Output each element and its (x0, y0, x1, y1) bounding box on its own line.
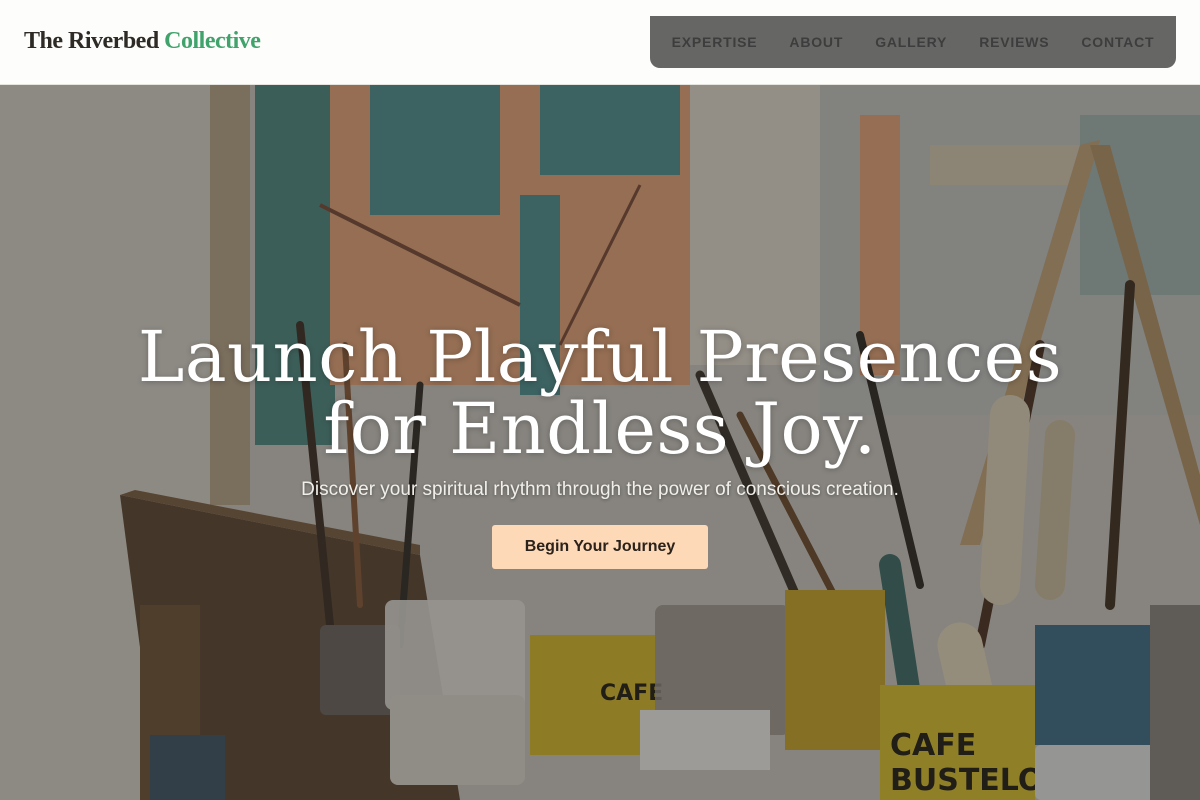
hero-content: Launch Playful Presences for Endless Joy… (0, 321, 1200, 569)
hero-subtitle: Discover your spiritual rhythm through t… (301, 479, 899, 500)
nav-item-reviews[interactable]: REVIEWS (979, 34, 1049, 50)
site-header: The Riverbed Collective EXPERTISE ABOUT … (0, 0, 1200, 85)
nav-item-expertise[interactable]: EXPERTISE (672, 34, 758, 50)
hero-section: CAFE CAFE BUSTELO Launch Playful Presenc… (0, 85, 1200, 800)
logo-text-primary: The Riverbed (24, 28, 159, 54)
hero-title-line-1: Launch Playful Presences (137, 316, 1063, 398)
nav-item-gallery[interactable]: GALLERY (875, 34, 947, 50)
begin-journey-button[interactable]: Begin Your Journey (492, 525, 708, 569)
nav-item-about[interactable]: ABOUT (789, 34, 843, 50)
nav-item-contact[interactable]: CONTACT (1081, 34, 1154, 50)
hero-title-line-2: for Endless Joy. (323, 388, 877, 470)
hero-title: Launch Playful Presences for Endless Joy… (0, 321, 1200, 465)
main-nav: EXPERTISE ABOUT GALLERY REVIEWS CONTACT (650, 16, 1176, 68)
logo-text-accent: Collective (164, 28, 261, 54)
site-logo[interactable]: The Riverbed Collective (24, 28, 261, 55)
